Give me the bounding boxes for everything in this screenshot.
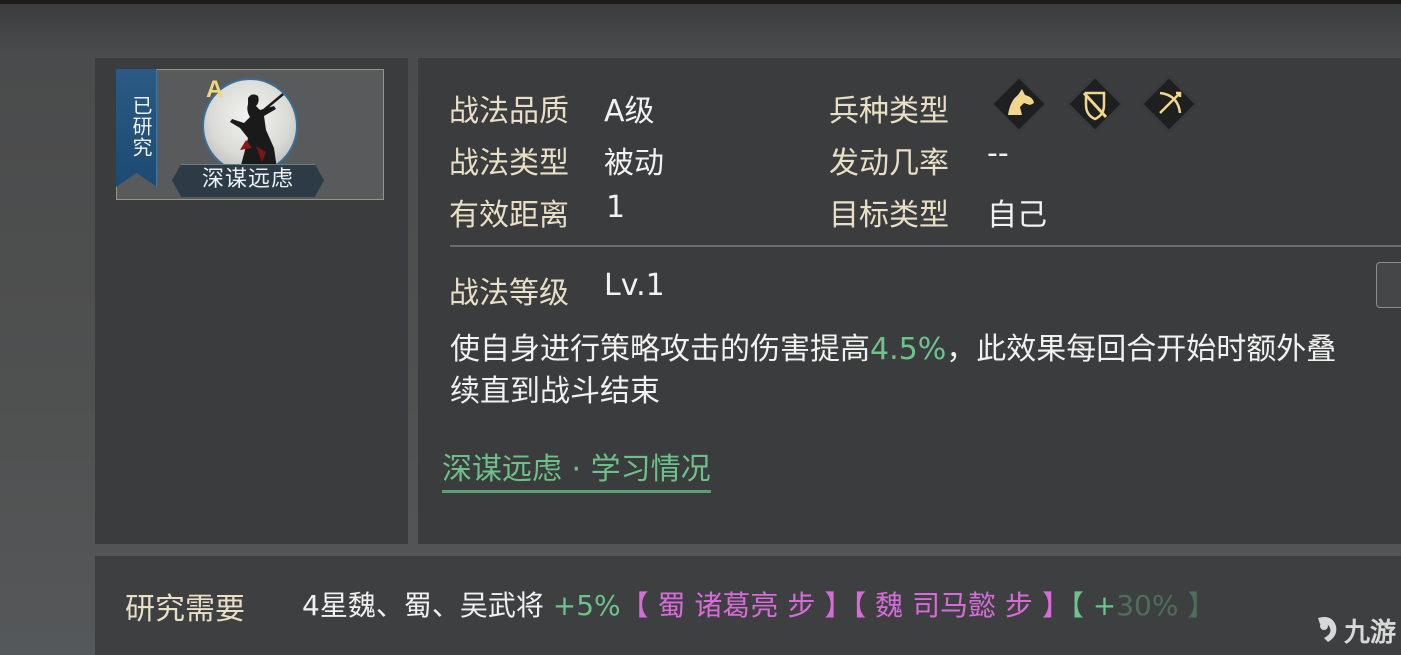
type-label: 战法类型 (449, 146, 569, 181)
section-divider (450, 245, 1401, 247)
cavalry-icon (990, 75, 1048, 133)
target-type-value: 自己 (987, 198, 1047, 233)
bow-icon (1140, 75, 1198, 133)
site-watermark: 九游 (1310, 608, 1400, 650)
skill-level-label: 战法等级 (449, 276, 569, 311)
quality-label: 战法品质 (449, 94, 569, 129)
shield-icon (1066, 75, 1124, 133)
trigger-chance-value: -- (987, 136, 1009, 171)
troop-type-label: 兵种类型 (829, 94, 949, 129)
range-label: 有效距离 (449, 198, 569, 233)
skill-description-line1: 使自身进行策略攻击的伤害提高4.5%，此效果每回合开始时额外叠 (450, 332, 1337, 367)
research-requirement-text: 4星魏、蜀、吴武将 +5%【 蜀 诸葛亮 步 】【 魏 司马懿 步 】【 +30… (302, 589, 1216, 622)
damage-bonus-value: 4.5% (870, 332, 947, 367)
top-border (0, 0, 1401, 4)
skill-description-line2: 续直到战斗结束 (450, 374, 660, 409)
target-type-label: 目标类型 (829, 198, 949, 233)
range-value: 1 (606, 190, 626, 225)
learning-status-link[interactable]: 深谋远虑 · 学习情况 (442, 444, 711, 493)
skill-level-value: Lv.1 (604, 268, 665, 303)
skill-name: 深谋远虑 (201, 167, 294, 192)
quality-value: A级 (604, 94, 655, 129)
hero-zhuge-liang: 【 蜀 诸葛亮 步 】 (620, 589, 853, 622)
skill-grade: A (206, 76, 224, 103)
type-value: 被动 (604, 146, 664, 181)
research-status-label: 已研究 (129, 94, 153, 158)
research-requirement-label: 研究需要 (125, 592, 245, 627)
trigger-chance-label: 发动几率 (829, 146, 949, 181)
level-toggle-button[interactable] (1376, 262, 1401, 308)
hero-sima-yi: 【 魏 司马懿 步 】 (852, 589, 1070, 622)
watermark-text: 九游 (1344, 617, 1397, 647)
nine-game-logo-icon (1318, 617, 1337, 642)
